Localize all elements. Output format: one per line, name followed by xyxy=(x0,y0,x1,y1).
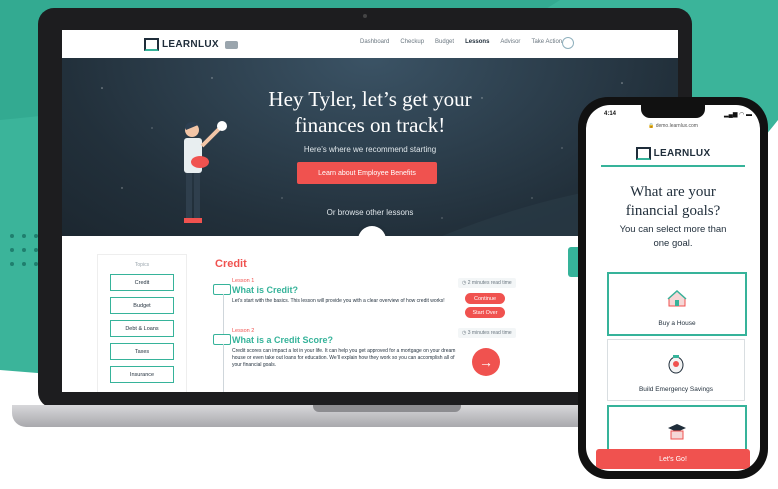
logo-text: LEARNLUX xyxy=(653,148,711,159)
money-icon xyxy=(213,284,231,295)
signal-wifi-battery-icon: ▂▄▆ ◠ ▬ xyxy=(724,112,753,118)
nav-dashboard[interactable]: Dashboard xyxy=(360,39,389,45)
url-text: demo.learnlux.com xyxy=(655,123,698,129)
arrow-right-icon[interactable]: → xyxy=(472,348,500,376)
money-icon xyxy=(213,334,231,345)
decorative-dots xyxy=(8,232,38,277)
nav-take-action[interactable]: Take Action xyxy=(531,39,562,45)
lets-go-button[interactable]: Let's Go! xyxy=(596,449,750,469)
phone-frame: 4:14 ▂▄▆ ◠ ▬ 🔒 demo.learnlux.com LEARNLU… xyxy=(578,97,768,479)
section-title: Credit xyxy=(215,258,247,270)
phone-logo: LEARNLUX xyxy=(586,147,760,160)
url-bar[interactable]: 🔒 demo.learnlux.com xyxy=(586,123,760,133)
topic-debt-loans[interactable]: Debt & Loans xyxy=(110,320,174,337)
lesson-number: Lesson 1 xyxy=(232,278,255,284)
read-time-text: 3 minutes read time xyxy=(467,330,512,336)
topic-taxes[interactable]: Taxes xyxy=(110,343,174,360)
continue-button[interactable]: Continue xyxy=(465,293,505,304)
read-time-text: 2 minutes read time xyxy=(467,280,512,286)
status-time: 4:14 xyxy=(604,111,617,117)
site-nav: LEARNLUX Dashboard Checkup Budget Lesson… xyxy=(62,30,678,59)
laptop-notch xyxy=(313,405,461,412)
topic-credit[interactable]: Credit xyxy=(110,274,174,291)
piggy-bank-icon xyxy=(668,355,684,374)
goal-label: Buy a House xyxy=(658,320,696,327)
nav-budget[interactable]: Budget xyxy=(435,39,454,45)
lesson-card[interactable]: Lesson 1 What is Credit? Let’s start wit… xyxy=(232,278,462,305)
divider xyxy=(601,165,745,167)
site-logo[interactable]: LEARNLUX xyxy=(144,38,238,51)
lesson-title[interactable]: What is a Credit Score? xyxy=(232,335,462,345)
phone-screen: 4:14 ▂▄▆ ◠ ▬ 🔒 demo.learnlux.com LEARNLU… xyxy=(586,105,760,471)
nav-lessons[interactable]: Lessons xyxy=(465,39,489,45)
status-bar: 4:14 ▂▄▆ ◠ ▬ xyxy=(586,105,760,121)
camera xyxy=(363,14,367,18)
house-icon xyxy=(667,289,687,307)
read-time-badge: ◷ 3 minutes read time xyxy=(458,328,516,338)
goal-emergency-savings[interactable]: Build Emergency Savings xyxy=(607,339,745,401)
topic-insurance[interactable]: Insurance xyxy=(110,366,174,383)
timeline-line xyxy=(223,344,224,392)
nav-links: Dashboard Checkup Budget Lessons Advisor… xyxy=(360,39,562,45)
goal-buy-house[interactable]: Buy a House xyxy=(607,272,747,336)
topics-title: Topics xyxy=(134,262,150,268)
topic-budget[interactable]: Budget xyxy=(110,297,174,314)
nav-checkup[interactable]: Checkup xyxy=(400,39,424,45)
goals-heading-line-2: financial goals? xyxy=(625,203,721,219)
phone-notch xyxy=(641,105,705,118)
lesson-description: Credit scores can impact a lot in your l… xyxy=(232,348,456,368)
logo-mark-icon xyxy=(635,147,651,160)
lesson-title[interactable]: What is Credit? xyxy=(232,285,462,295)
goals-heading-line-1: What are your xyxy=(630,184,716,200)
graduation-cap-icon xyxy=(668,424,686,440)
logo-text: LEARNLUX xyxy=(162,39,219,50)
start-over-button[interactable]: Start Over xyxy=(465,307,505,318)
read-time-badge: ◷ 2 minutes read time xyxy=(458,278,516,288)
user-avatar-icon[interactable] xyxy=(562,37,574,49)
timeline-line xyxy=(223,294,224,334)
goals-heading: What are your financial goals? xyxy=(586,183,760,221)
lesson-description: Let’s start with the basics. This lesson… xyxy=(232,298,445,304)
logo-badge xyxy=(224,40,238,49)
lesson-card[interactable]: Lesson 2 What is a Credit Score? Credit … xyxy=(232,328,462,369)
lesson-number: Lesson 2 xyxy=(232,328,255,334)
goal-label: Build Emergency Savings xyxy=(638,386,714,393)
topics-sidebar: Topics Credit Budget Debt & Loans Taxes … xyxy=(97,254,187,392)
learn-employee-benefits-button[interactable]: Learn about Employee Benefits xyxy=(297,162,437,184)
logo-mark-icon xyxy=(144,38,159,51)
goals-subheading: You can select more than one goal. xyxy=(619,224,727,249)
nav-advisor[interactable]: Advisor xyxy=(500,39,520,45)
person-illustration xyxy=(184,121,227,223)
